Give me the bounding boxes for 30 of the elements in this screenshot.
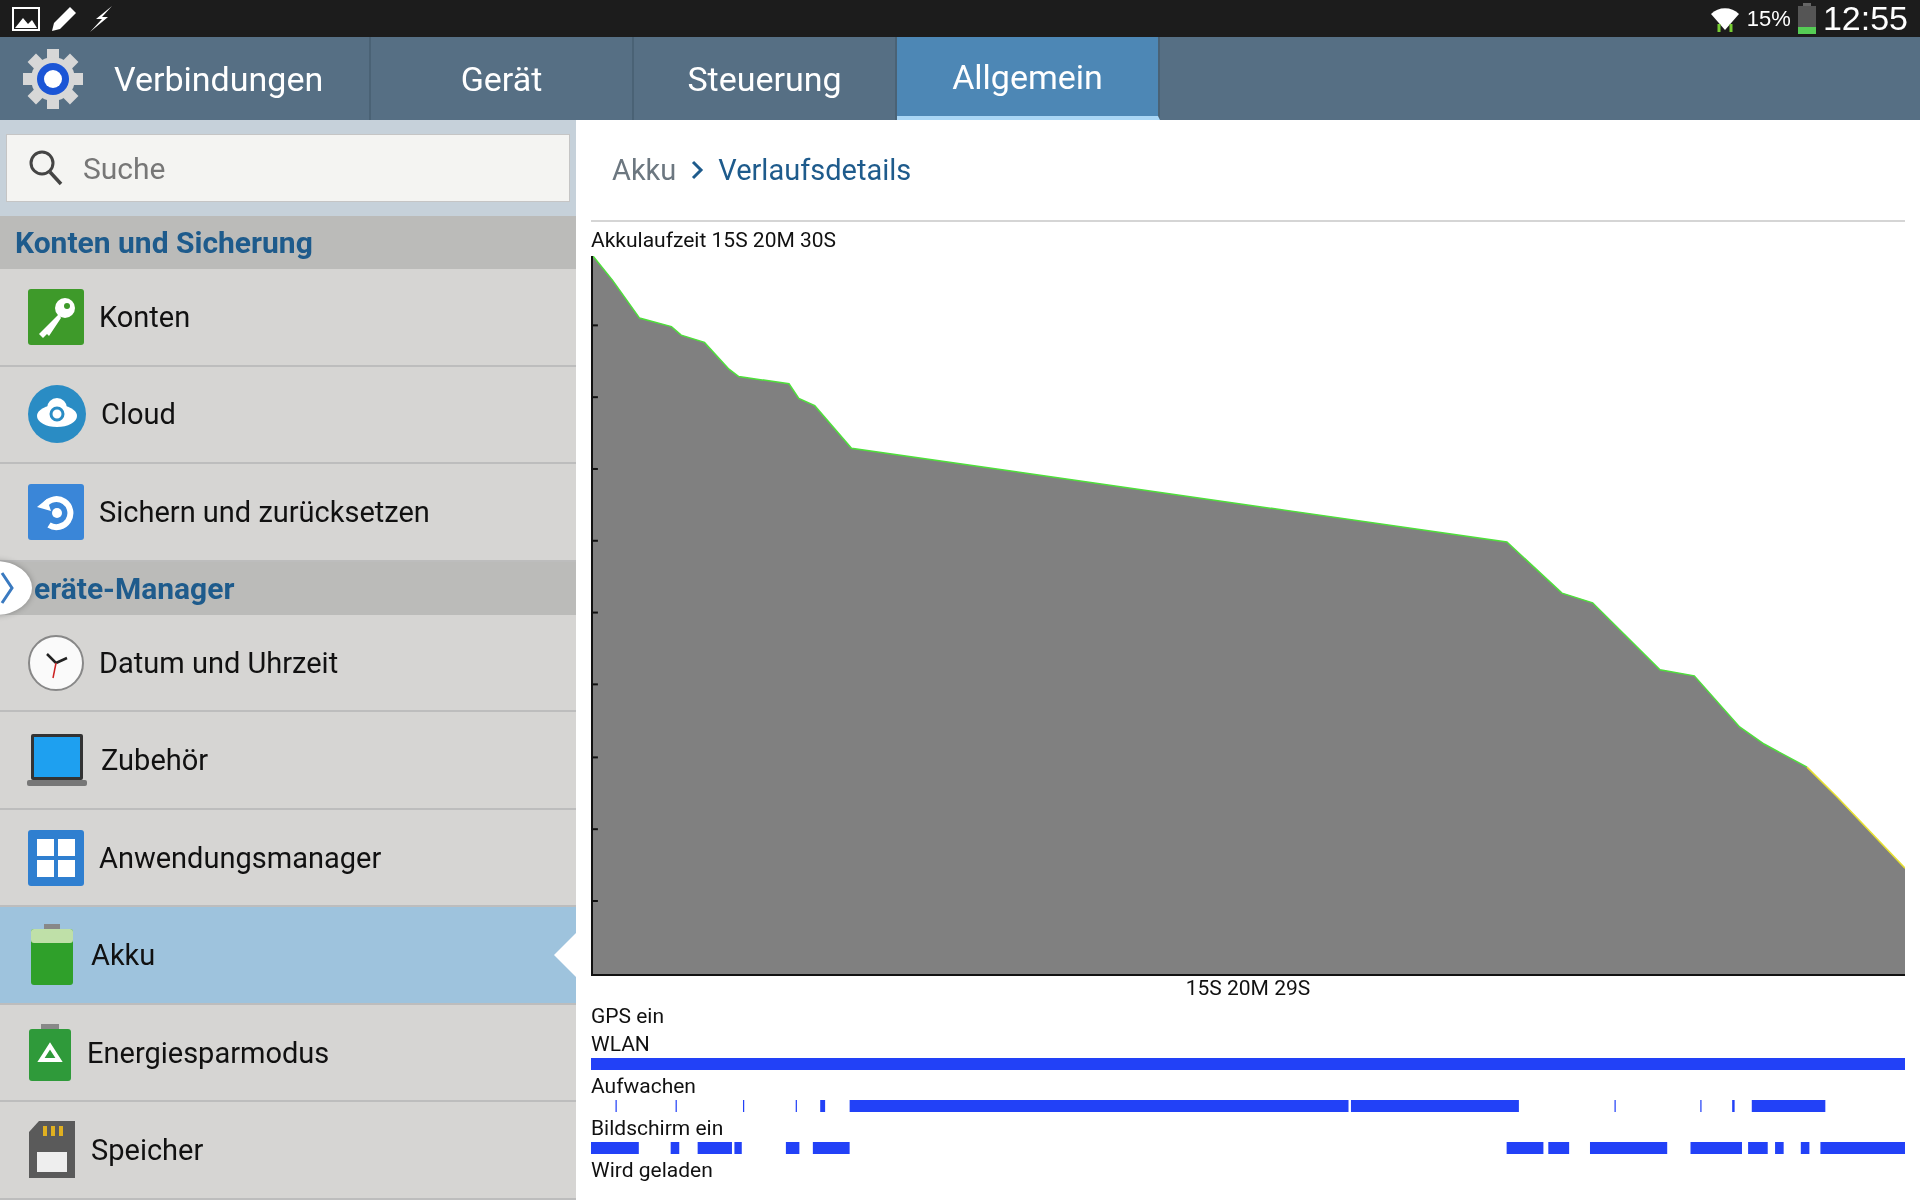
activity-label: WLAN bbox=[591, 1032, 650, 1056]
tab[interactable]: Allgemein bbox=[897, 37, 1160, 120]
sd-card-icon bbox=[27, 1120, 77, 1181]
activity-label: Aufwachen bbox=[591, 1074, 696, 1098]
axis-label: 15S 20M 29S bbox=[1185, 976, 1311, 1000]
chevron-right-icon bbox=[690, 159, 705, 181]
pencil-icon bbox=[50, 4, 78, 33]
clock-time: 12:55 bbox=[1822, 0, 1908, 38]
key-icon bbox=[27, 287, 85, 346]
search-field[interactable]: Suche bbox=[6, 134, 570, 202]
image-icon bbox=[12, 6, 40, 31]
battery-percent: 15% bbox=[1746, 5, 1791, 32]
section-header: Konten und Sicherung bbox=[0, 216, 576, 270]
activity-label: GPS ein bbox=[591, 1004, 665, 1028]
breadcrumb-item[interactable]: Akku bbox=[612, 153, 677, 187]
lightning-icon bbox=[88, 4, 114, 33]
breadcrumb-item[interactable]: Verlaufsdetails bbox=[718, 153, 912, 187]
app-grid-icon bbox=[27, 828, 85, 887]
settings-icon bbox=[22, 47, 84, 110]
activity-label: Bildschirm ein bbox=[591, 1116, 724, 1140]
recycle-icon bbox=[27, 1023, 73, 1082]
activity-label: Wird geladen bbox=[591, 1158, 713, 1182]
restore-icon bbox=[27, 482, 85, 541]
battery-icon bbox=[1796, 2, 1817, 35]
cloud-icon bbox=[27, 384, 87, 445]
menu-item[interactable]: Akku bbox=[0, 907, 576, 1005]
clock-icon bbox=[27, 633, 85, 692]
tablet-icon bbox=[27, 732, 87, 789]
chart-title: Akkulaufzeit 15S 20M 30S bbox=[591, 228, 838, 252]
chevron-right-icon bbox=[0, 571, 14, 605]
